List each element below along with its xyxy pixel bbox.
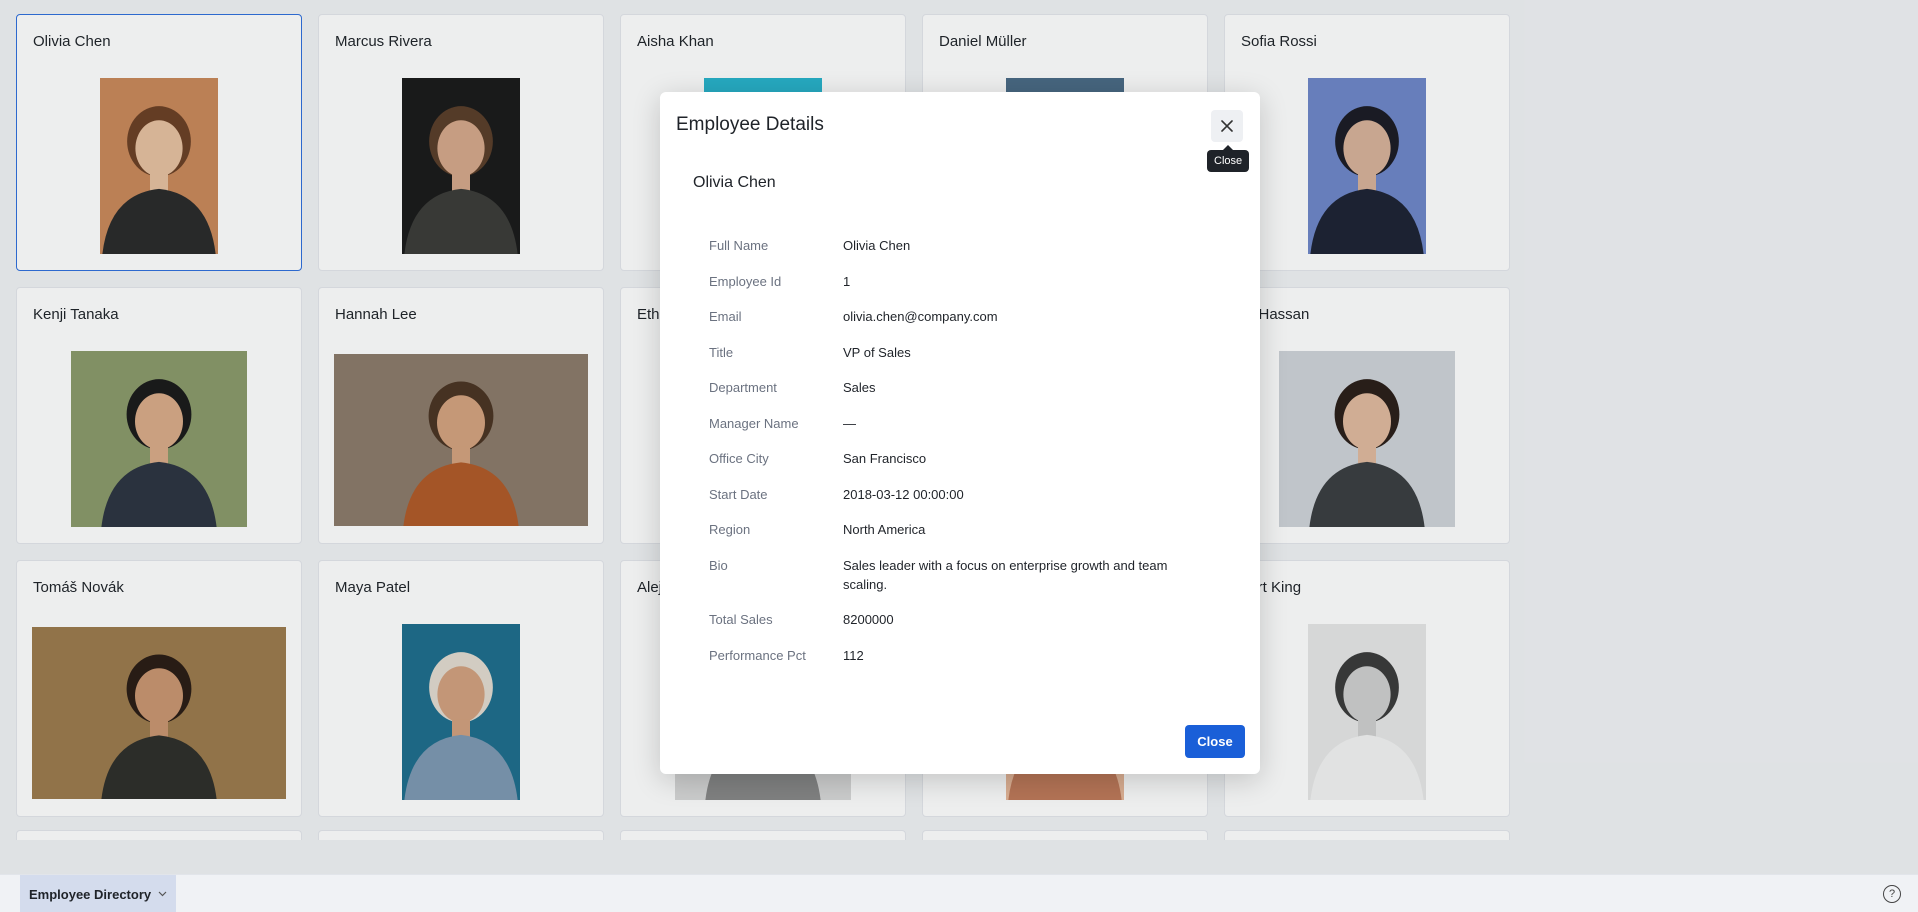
help-circle-icon[interactable]: ?	[1883, 885, 1901, 903]
detail-value: —	[843, 415, 856, 431]
detail-label: Department	[709, 380, 777, 395]
detail-label: Employee Id	[709, 273, 782, 289]
detail-row: Department Sales	[709, 378, 1209, 397]
detail-row: Manager Name —	[709, 414, 1209, 433]
detail-value: 1	[843, 273, 851, 289]
detail-row: Office City San Francisco	[709, 449, 1209, 468]
detail-label: Performance Pct	[709, 647, 806, 663]
detail-label: Start Date	[709, 486, 768, 502]
detail-row: Email olivia.chen@company.com	[709, 307, 1209, 326]
detail-row: Total Sales 8200000	[709, 610, 1209, 629]
detail-row: Performance Pct 112	[709, 646, 1209, 665]
detail-label: Bio	[709, 557, 728, 573]
details-list: Full Name Olivia Chen Employee Id 1 Email oli…	[709, 236, 1209, 681]
close-button[interactable]: Close	[1185, 725, 1245, 758]
bottom-bar: Employee Directory ?	[0, 874, 1918, 912]
detail-value: Sales	[843, 380, 876, 395]
detail-value: San Francisco	[843, 451, 927, 466]
detail-row: Region North America	[709, 520, 1209, 539]
detail-value: Sales leader with a focus on enterprise …	[843, 557, 1168, 592]
close-tooltip: Close	[1207, 145, 1250, 172]
app-root: Olivia Chen Marcus Rivera Aisha Khan Dan…	[0, 0, 1918, 912]
employee-details-modal: Employee Details Close Olivia Chen Full …	[660, 92, 1260, 774]
modal-title: Employee Details	[676, 114, 824, 135]
detail-value: 2018-03-12 00:00:00	[843, 486, 964, 502]
detail-label: Title	[709, 344, 734, 360]
detail-row: Start Date 2018-03-12 00:00:00	[709, 485, 1209, 504]
detail-label: Manager Name	[709, 415, 799, 431]
detail-label: Email	[709, 309, 742, 324]
detail-row: Employee Id 1	[709, 272, 1209, 291]
detail-value: VP of Sales	[843, 344, 911, 360]
detail-label: Full Name	[709, 238, 769, 253]
detail-value: North America	[843, 522, 926, 537]
chevron-down-icon	[158, 889, 167, 900]
employee-name-heading: Olivia Chen	[693, 174, 776, 191]
detail-value: 112	[843, 647, 864, 663]
detail-value: Olivia Chen	[843, 238, 911, 253]
detail-value: 8200000	[843, 612, 894, 627]
detail-row: Full Name Olivia Chen	[709, 236, 1209, 255]
detail-row: Title VP of Sales	[709, 343, 1209, 362]
detail-row: Bio Sales leader with a focus on enterpri…	[709, 556, 1209, 594]
tab-employee-directory[interactable]: Employee Directory	[20, 875, 176, 912]
detail-label: Office City	[709, 451, 769, 466]
detail-value: olivia.chen@company.com	[843, 309, 998, 324]
tab-label: Employee Directory	[29, 886, 152, 902]
modal-close-icon-button[interactable]	[1211, 110, 1243, 142]
detail-label: Region	[709, 522, 751, 537]
close-icon	[1221, 120, 1233, 132]
detail-label: Total Sales	[709, 612, 773, 627]
